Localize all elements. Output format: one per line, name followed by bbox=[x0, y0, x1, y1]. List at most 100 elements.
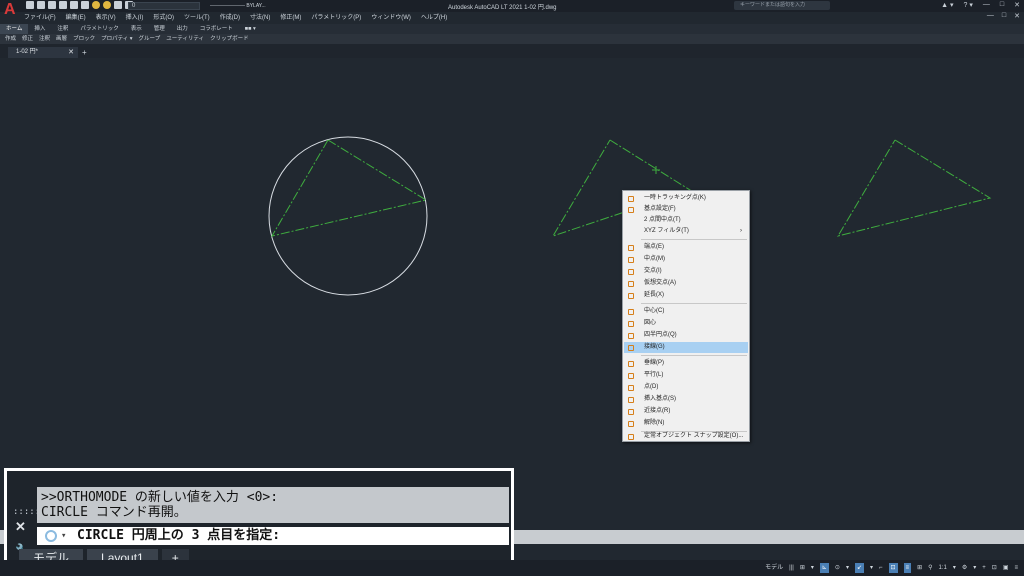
tab-more[interactable]: ■■ ▾ bbox=[239, 24, 262, 34]
workspace-dropdown-icon[interactable]: ▾ bbox=[973, 563, 976, 573]
otrack-icon[interactable]: ⌐ bbox=[879, 563, 883, 573]
menu-item-quadrant[interactable]: 四半円点(Q) bbox=[624, 330, 748, 341]
annotation-visibility-icon[interactable]: ⚲ bbox=[928, 563, 932, 573]
menu-item-midpoint[interactable]: 中点(M) bbox=[624, 254, 748, 265]
lineweight-icon[interactable]: ≡ bbox=[903, 563, 912, 573]
menu-item-nearest[interactable]: 近接点(R) bbox=[624, 406, 748, 417]
minimize-icon[interactable]: — bbox=[983, 1, 990, 9]
menu-item-from[interactable]: 基点設定(F) bbox=[624, 204, 748, 215]
menu-insert[interactable]: 挿入(I) bbox=[126, 12, 144, 24]
doc-close-icon[interactable]: ✕ bbox=[1014, 12, 1020, 20]
workspace-gear-icon[interactable]: ⚙ bbox=[962, 563, 967, 573]
menu-item-parallel[interactable]: 平行(L) bbox=[624, 370, 748, 381]
help-icon[interactable]: ? ▾ bbox=[964, 1, 973, 9]
transparency-icon[interactable]: ⊞ bbox=[917, 563, 922, 573]
annotation-scale[interactable]: 1:1 bbox=[939, 563, 947, 573]
drawing-canvas[interactable] bbox=[0, 58, 1024, 528]
menu-item-insertion[interactable]: 挿入基点(S) bbox=[624, 394, 748, 405]
layer-lock-icon[interactable] bbox=[114, 1, 122, 9]
isodraft-dropdown-icon[interactable]: ▾ bbox=[870, 563, 873, 573]
recent-commands-icon[interactable] bbox=[45, 530, 57, 542]
save-icon[interactable] bbox=[48, 1, 56, 9]
menu-item-intersection[interactable]: 交点(I) bbox=[624, 266, 748, 277]
menu-modify[interactable]: 修正(M) bbox=[280, 12, 301, 24]
panel-block[interactable]: ブロック bbox=[70, 34, 98, 44]
open-icon[interactable] bbox=[37, 1, 45, 9]
snap-icon[interactable]: ⊞ bbox=[800, 563, 805, 573]
layer-thaw-icon[interactable] bbox=[103, 1, 111, 9]
customize-menu-icon[interactable]: ≡ bbox=[1014, 563, 1018, 573]
menu-item-osnap-settings[interactable]: 定常オブジェクト スナップ設定(O)... bbox=[624, 431, 748, 442]
polar-dropdown-icon[interactable]: ▾ bbox=[846, 563, 849, 573]
menu-tools[interactable]: ツール(T) bbox=[184, 12, 210, 24]
menu-window[interactable]: ウィンドウ(W) bbox=[371, 12, 411, 24]
tab-parametric[interactable]: パラメトリック bbox=[74, 24, 124, 34]
menu-draw[interactable]: 作成(D) bbox=[220, 12, 240, 24]
snap-dropdown-icon[interactable]: ▾ bbox=[811, 563, 814, 573]
undo-icon[interactable] bbox=[81, 1, 89, 9]
menu-dimension[interactable]: 寸法(N) bbox=[250, 12, 270, 24]
circle-entity[interactable] bbox=[268, 136, 428, 296]
close-icon[interactable]: ✕ bbox=[15, 519, 26, 535]
panel-layers[interactable]: 画層 bbox=[53, 34, 70, 44]
app-logo[interactable]: A bbox=[4, 2, 20, 22]
maximize-icon[interactable]: □ bbox=[1000, 1, 1004, 9]
menu-item-apparent-intersection[interactable]: 仮想交点(A) bbox=[624, 278, 748, 289]
menu-item-none[interactable]: 解除(N) bbox=[624, 418, 748, 429]
search-input[interactable]: キーワードまたは語句を入力 bbox=[734, 1, 830, 10]
tab-output[interactable]: 出力 bbox=[171, 24, 194, 34]
tab-view[interactable]: 表示 bbox=[125, 24, 148, 34]
menu-item-endpoint[interactable]: 端点(E) bbox=[624, 242, 748, 253]
polar-icon[interactable]: ⊙ bbox=[835, 563, 840, 573]
menu-item-centroid[interactable]: 図心 bbox=[624, 318, 748, 329]
tab-home[interactable]: ホーム bbox=[0, 24, 29, 34]
menu-view[interactable]: 表示(V) bbox=[96, 12, 116, 24]
menu-item-node[interactable]: 点(D) bbox=[624, 382, 748, 393]
doc-restore-icon[interactable]: □ bbox=[1002, 12, 1006, 20]
tab-manage[interactable]: 管理 bbox=[148, 24, 171, 34]
isolate-icon[interactable]: ⊡ bbox=[992, 563, 997, 573]
tab-annotate[interactable]: 注釈 bbox=[51, 24, 74, 34]
menu-item-xyz-filter[interactable]: XYZ フィルタ(T) › bbox=[624, 226, 748, 237]
command-input[interactable]: ▾ CIRCLE 円周上の 3 点目を指定: bbox=[37, 527, 509, 545]
document-tab[interactable]: 1-02 円* ✕ bbox=[8, 47, 78, 58]
triangle-1[interactable] bbox=[270, 139, 428, 237]
new-tab-button[interactable]: + bbox=[82, 47, 87, 58]
panel-modify[interactable]: 修正 bbox=[19, 34, 36, 44]
menu-format[interactable]: 形式(O) bbox=[153, 12, 174, 24]
menu-item-tangent[interactable]: 接線(G) bbox=[624, 342, 748, 353]
menu-help[interactable]: ヘルプ(H) bbox=[421, 12, 447, 24]
panel-properties[interactable]: プロパティ ▾ bbox=[98, 34, 135, 44]
linetype-dropdown[interactable]: ——————— BYLAY... bbox=[210, 2, 280, 10]
menu-edit[interactable]: 編集(E) bbox=[66, 12, 86, 24]
menu-item-mid-between[interactable]: 2 点間中点(T) bbox=[624, 215, 748, 226]
tab-insert[interactable]: 挿入 bbox=[28, 24, 51, 34]
panel-utilities[interactable]: ユーティリティ bbox=[163, 34, 207, 44]
units-icon[interactable]: + bbox=[982, 563, 986, 573]
plot-icon[interactable] bbox=[70, 1, 78, 9]
layer-on-icon[interactable] bbox=[92, 1, 100, 9]
isodraft-icon[interactable]: ↙ bbox=[854, 563, 864, 573]
menu-item-perpendicular[interactable]: 垂線(P) bbox=[624, 358, 748, 369]
ortho-icon[interactable]: ⊾ bbox=[819, 563, 829, 573]
scale-dropdown-icon[interactable]: ▾ bbox=[953, 563, 956, 573]
triangle-3[interactable] bbox=[836, 139, 992, 237]
status-model-space[interactable]: モデル bbox=[765, 563, 783, 573]
menu-parametric[interactable]: パラメトリック(P) bbox=[311, 12, 361, 24]
panel-groups[interactable]: グループ bbox=[136, 34, 164, 44]
menu-item-center[interactable]: 中心(C) bbox=[624, 306, 748, 317]
account-icon[interactable]: ▲ ▾ bbox=[941, 1, 953, 9]
menu-item-extension[interactable]: 延長(X) bbox=[624, 290, 748, 301]
fullscreen-icon[interactable]: ▣ bbox=[1003, 563, 1009, 573]
dropdown-arrow-icon[interactable]: ▾ bbox=[61, 527, 66, 545]
panel-annotation[interactable]: 注釈 bbox=[36, 34, 53, 44]
tab-collaborate[interactable]: コラボレート bbox=[194, 24, 239, 34]
close-icon[interactable]: ✕ bbox=[68, 47, 74, 58]
osnap-icon[interactable]: ⊡ bbox=[888, 563, 898, 573]
panel-draw[interactable]: 作成 bbox=[2, 34, 19, 44]
doc-minimize-icon[interactable]: — bbox=[987, 12, 994, 20]
panel-clipboard[interactable]: クリップボード bbox=[207, 34, 252, 44]
layer-dropdown[interactable]: 0 bbox=[128, 2, 200, 10]
new-icon[interactable] bbox=[26, 1, 34, 9]
grid-icon[interactable]: ||| bbox=[789, 563, 794, 573]
